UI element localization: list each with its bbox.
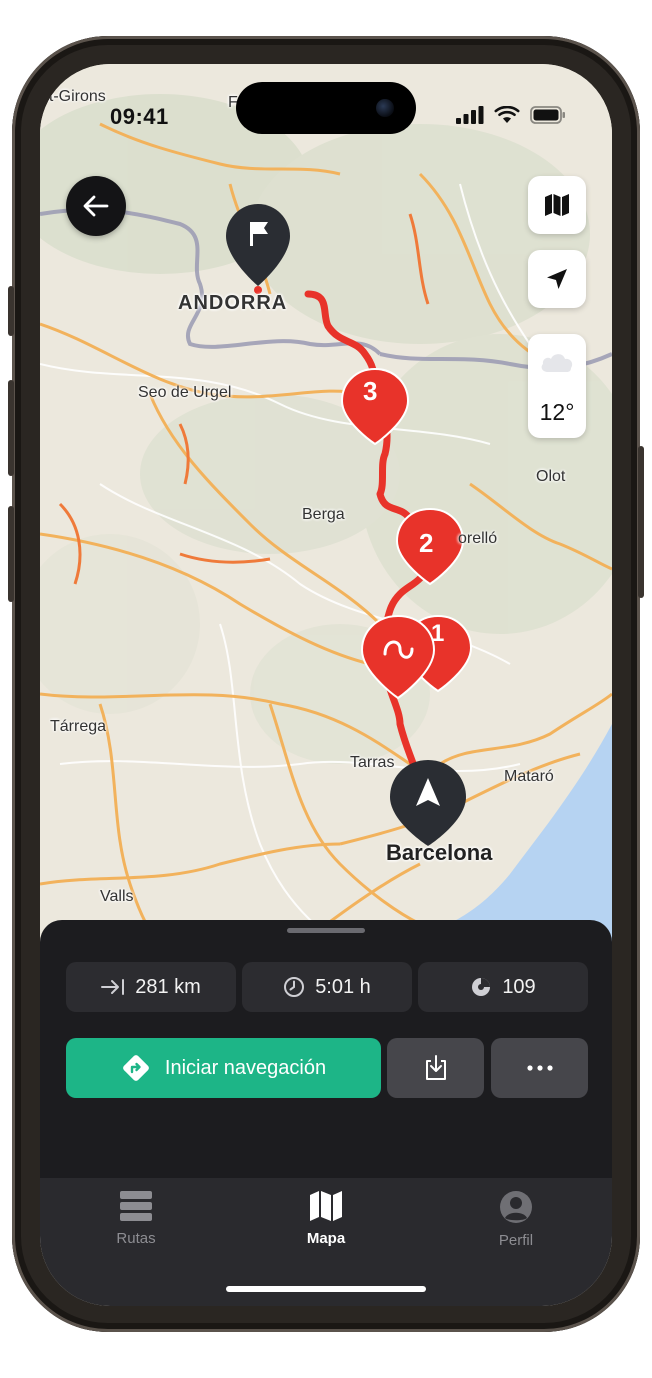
side-button-volume-down: [8, 506, 14, 602]
location-arrow-icon: [547, 269, 567, 289]
tab-perfil[interactable]: Perfil: [456, 1190, 576, 1249]
map-icon: [545, 194, 569, 216]
route-bottom-sheet[interactable]: 281 km 5:01 h 109 Iniciar navegación: [40, 920, 612, 1178]
distance-icon: [101, 979, 125, 995]
map-label-saint-girons: nt-Girons: [40, 88, 106, 105]
battery-icon: [530, 106, 565, 124]
map-view[interactable]: 3 2 1 nt-Girons F ANDORRA Seo de Urgel B…: [40, 64, 612, 944]
back-button[interactable]: [66, 176, 126, 236]
camera-lens: [376, 99, 394, 117]
clock-icon: [284, 977, 305, 997]
side-button-power: [638, 446, 644, 598]
curviness-value: 109: [502, 975, 536, 998]
signal-icon: [456, 106, 484, 124]
curviness-gauge-icon: [472, 978, 491, 996]
home-indicator[interactable]: [226, 1286, 426, 1292]
map-label-valls: Valls: [100, 888, 134, 905]
map-label-seo-de-urgel: Seo de Urgel: [138, 384, 232, 401]
profile-icon: [500, 1191, 532, 1223]
duration-value: 5:01 h: [315, 975, 371, 998]
map-label-barcelona: Barcelona: [386, 840, 493, 865]
download-route-button[interactable]: [387, 1038, 484, 1098]
duration-stat: 5:01 h: [242, 962, 412, 1012]
status-icons: [456, 106, 566, 124]
routes-icon: [120, 1191, 152, 1221]
tab-rutas-label: Rutas: [116, 1230, 156, 1247]
start-navigation-label: Iniciar navegación: [164, 1056, 327, 1079]
map-label-mataro: Mataró: [504, 768, 554, 785]
phone-screen: 3 2 1 nt-Girons F ANDORRA Seo de Urgel B…: [40, 64, 612, 1306]
tab-perfil-label: Perfil: [498, 1232, 534, 1249]
waypoint-label-2[interactable]: 2: [419, 528, 433, 559]
weather-temperature: 12°: [539, 399, 575, 425]
weather-widget[interactable]: 12°: [528, 334, 586, 438]
map-label-tarrega: Tárrega: [50, 718, 107, 735]
more-dots-icon: [526, 1065, 553, 1071]
download-icon: [425, 1055, 446, 1080]
map-label-andorra: ANDORRA: [178, 292, 288, 314]
tab-mapa[interactable]: Mapa: [266, 1190, 386, 1247]
tab-rutas[interactable]: Rutas: [76, 1190, 196, 1247]
map-label-olot: Olot: [536, 468, 566, 485]
map-label-terrassa: Tarras: [350, 754, 395, 771]
map-icon: [310, 1191, 342, 1221]
map-canvas[interactable]: [40, 64, 612, 944]
map-layers-button[interactable]: [528, 176, 586, 234]
locate-me-button[interactable]: [528, 250, 586, 308]
distance-value: 281 km: [135, 975, 201, 998]
waypoint-label-1[interactable]: 1: [431, 620, 444, 648]
curviness-stat: 109: [418, 962, 588, 1012]
cloud-icon: [541, 354, 573, 372]
sheet-grabber[interactable]: [287, 928, 365, 933]
map-label-torello: orelló: [458, 530, 498, 547]
dynamic-island: [236, 82, 416, 134]
tab-mapa-label: Mapa: [306, 1230, 346, 1247]
side-button-action: [8, 286, 14, 336]
status-time: 09:41: [110, 104, 169, 129]
more-options-button[interactable]: [491, 1038, 588, 1098]
directions-icon: [122, 1055, 149, 1081]
arrow-left-icon: [83, 195, 109, 217]
distance-stat: 281 km: [66, 962, 236, 1012]
waypoint-label-3[interactable]: 3: [363, 376, 377, 407]
side-button-volume-up: [8, 380, 14, 476]
wifi-icon: [494, 106, 520, 123]
start-navigation-button[interactable]: Iniciar navegación: [66, 1038, 381, 1098]
map-label-berga: Berga: [302, 506, 345, 523]
